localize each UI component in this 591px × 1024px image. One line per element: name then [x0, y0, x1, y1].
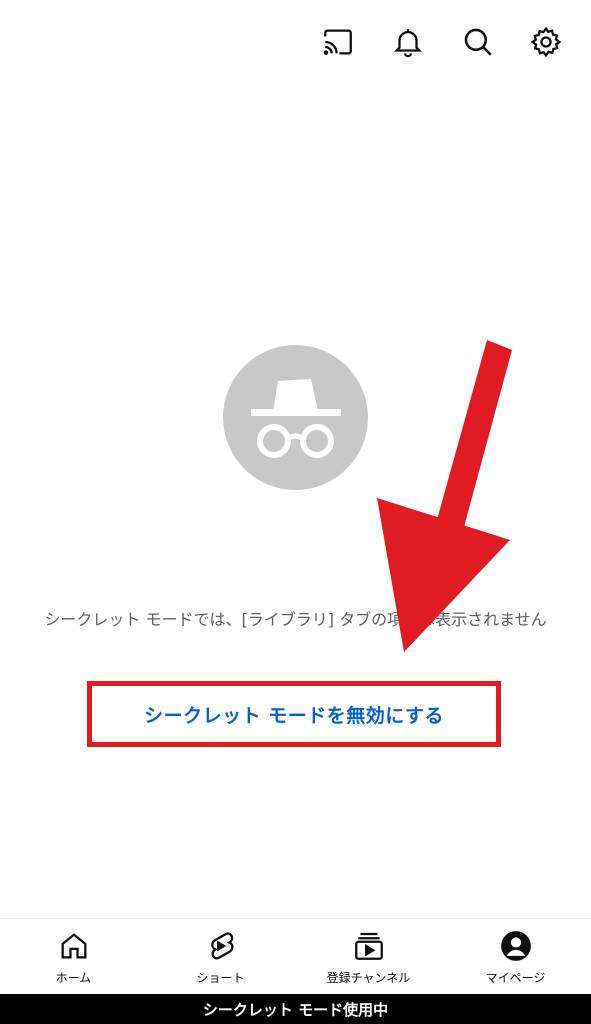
nav-item-my-page[interactable]: マイページ [442, 919, 589, 995]
shorts-icon [210, 932, 234, 960]
nav-item-shorts[interactable]: ショート [147, 919, 294, 995]
search-icon[interactable] [456, 20, 500, 64]
annotation-arrow [377, 340, 512, 652]
home-icon [61, 933, 86, 959]
disable-incognito-button[interactable]: シークレット モードを無効にする [87, 681, 501, 747]
incognito-hat-glasses-icon [223, 345, 368, 490]
incognito-info-message: シークレット モードでは、[ライブラリ] タブの項目は表示されません [44, 610, 547, 629]
nav-item-home[interactable]: ホーム [0, 919, 147, 995]
bottom-navigation: ホーム ショート 登録チャンネル マイページ [0, 918, 591, 995]
nav-label-subscriptions: 登録チャンネル [326, 971, 411, 985]
nav-label-home: ホーム [55, 971, 92, 985]
account-icon [500, 931, 531, 961]
notifications-bell-icon[interactable] [386, 20, 430, 64]
incognito-status-bar: シークレット モード使用中 [0, 994, 591, 1024]
nav-item-subscriptions[interactable]: 登録チャンネル [295, 919, 442, 995]
settings-gear-icon[interactable] [524, 20, 568, 64]
nav-label-my-page: マイページ [485, 971, 546, 985]
nav-label-shorts: ショート [196, 971, 245, 985]
cast-icon[interactable] [316, 20, 360, 64]
top-bar [0, 0, 591, 82]
subscriptions-icon [354, 932, 383, 960]
